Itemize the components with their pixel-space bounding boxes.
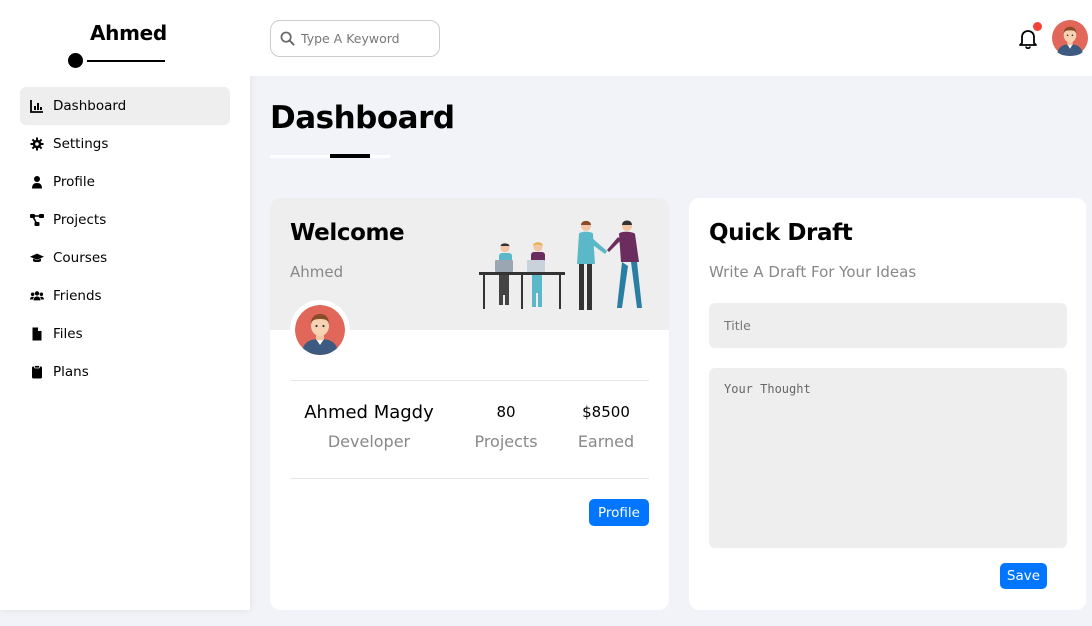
draft-title-input[interactable] [709,303,1067,348]
title-underline-accent [330,154,370,158]
projects-label: Projects [474,432,538,451]
user-role: Developer [327,432,411,451]
sidebar-item-label: Dashboard [53,98,127,114]
welcome-card: Welcome Ahmed Ahmed Magdy Developer 80 P… [270,198,669,610]
chart-icon [30,99,44,113]
sidebar-item-dashboard[interactable]: Dashboard [20,87,230,125]
quick-draft-card: Quick Draft Write A Draft For Your Ideas… [689,198,1086,610]
sidebar-item-plans[interactable]: Plans [20,353,230,391]
clipboard-icon [30,365,44,379]
sidebar-item-projects[interactable]: Projects [20,201,230,239]
user-info: Ahmed Magdy Developer [290,402,448,451]
page-title: Dashboard [270,100,455,136]
welcome-title: Welcome [290,220,405,246]
sidebar-item-label: Plans [53,364,89,380]
search-box[interactable] [270,20,440,57]
brand-underline [87,60,165,62]
sidebar-item-label: Profile [53,174,95,190]
earned-value: $8500 [582,403,630,421]
earned-label: Earned [577,432,635,451]
diagram-icon [30,213,44,227]
projects-stat: 80 Projects [466,403,546,451]
sidebar-item-label: Courses [53,250,108,266]
projects-count: 80 [496,403,516,421]
sidebar-item-courses[interactable]: Courses [20,239,230,277]
sidebar-item-files[interactable]: Files [20,315,230,353]
sidebar-item-label: Settings [53,136,109,152]
search-icon [280,31,295,46]
file-icon [30,327,44,341]
sidebar: Ahmed Dashboard Settings Profile Project… [0,0,250,610]
notification-badge [1033,22,1042,31]
search-input[interactable] [301,31,431,46]
earned-stat: $8500 Earned [566,403,646,451]
save-button[interactable]: Save [1000,563,1047,589]
sidebar-item-settings[interactable]: Settings [20,125,230,163]
brand-dot [68,53,83,68]
sidebar-item-label: Projects [53,212,107,228]
draft-thought-textarea[interactable] [709,368,1067,548]
welcome-username: Ahmed [290,263,344,281]
sidebar-item-label: Friends [53,288,102,304]
sidebar-item-profile[interactable]: Profile [20,163,230,201]
draft-title: Quick Draft [709,220,853,246]
user-full-name: Ahmed Magdy [304,402,434,423]
top-header [250,0,1092,76]
team-illustration [479,220,642,310]
divider [290,380,649,381]
sidebar-nav: Dashboard Settings Profile Projects Cour… [20,87,230,391]
draft-subtitle: Write A Draft For Your Ideas [709,263,917,281]
graduation-cap-icon [30,251,44,265]
brand-title: Ahmed [90,21,167,45]
avatar[interactable] [1052,20,1088,56]
sidebar-item-label: Files [53,326,83,342]
divider [290,478,649,479]
users-icon [30,289,44,303]
avatar [290,300,350,360]
profile-button[interactable]: Profile [589,499,649,526]
user-icon [30,175,44,189]
gear-icon [30,137,44,151]
sidebar-item-friends[interactable]: Friends [20,277,230,315]
